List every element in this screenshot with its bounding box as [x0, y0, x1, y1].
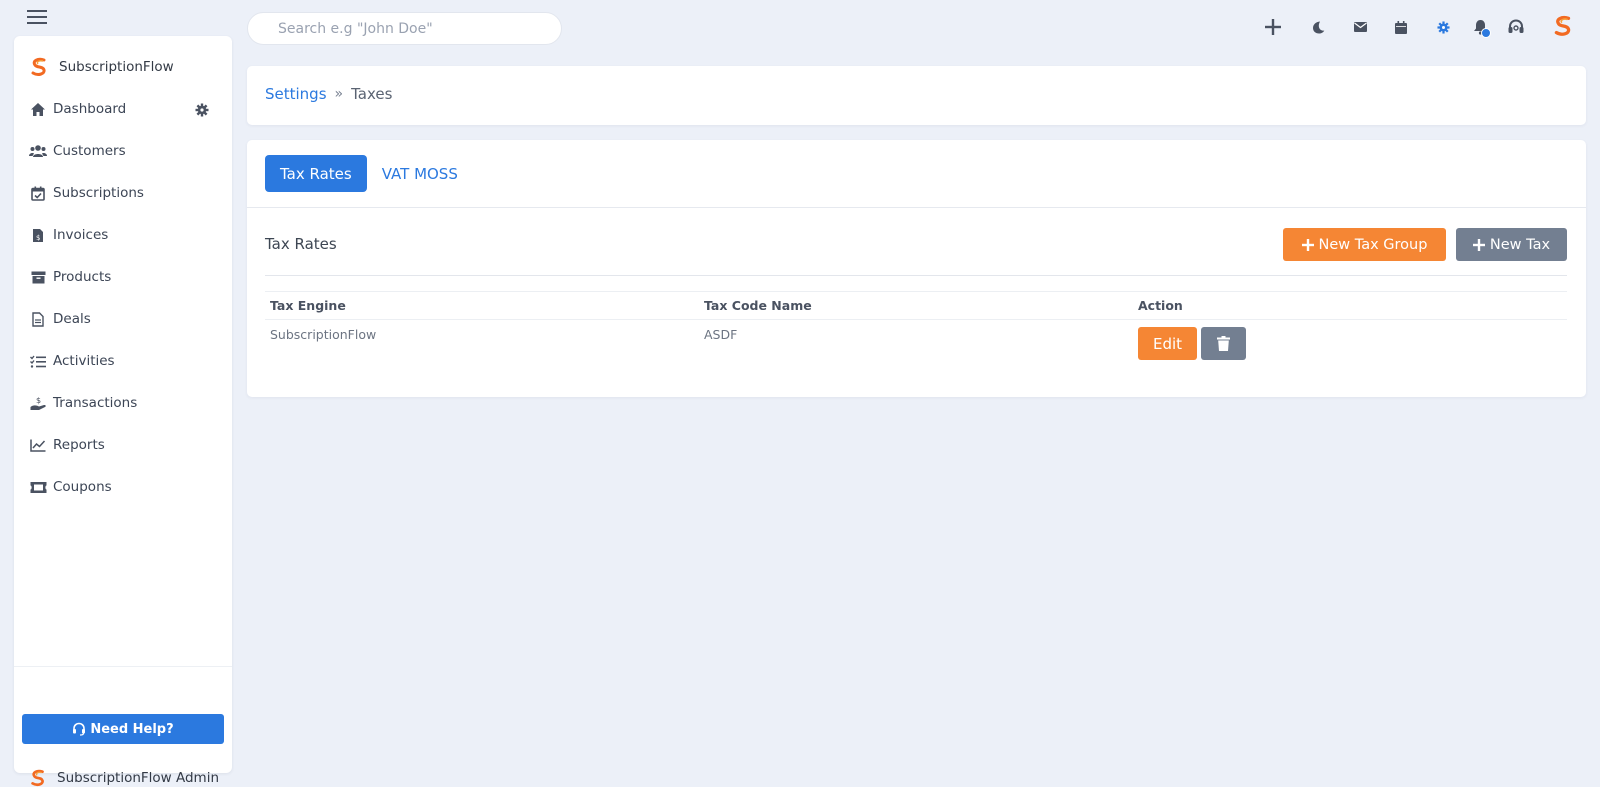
brand-logo-icon [29, 57, 49, 77]
breadcrumb: Settings » Taxes [265, 85, 392, 103]
tab-tax-rates[interactable]: Tax Rates [265, 155, 367, 192]
headset-icon [72, 722, 86, 736]
users-icon [29, 142, 47, 160]
divider [265, 275, 1567, 276]
new-tax-group-label: New Tax Group [1318, 236, 1428, 253]
calendar-icon[interactable] [1390, 16, 1412, 38]
tabs: Tax Rates VAT MOSS [265, 155, 473, 192]
sidebar-item-label: Reports [53, 437, 105, 453]
admin-name: SubscriptionFlow Admin [57, 770, 220, 786]
sidebar-nav: Dashboard Customers Subscriptions $ Invo… [14, 88, 232, 508]
svg-text:$: $ [36, 396, 41, 405]
cell-tax-code-name: ASDF [704, 327, 738, 342]
sidebar-item-label: Subscriptions [53, 185, 144, 201]
notification-badge [1481, 28, 1491, 38]
headset-icon[interactable] [1505, 16, 1527, 38]
gear-icon[interactable] [1432, 16, 1454, 38]
invoice-icon: $ [29, 226, 47, 244]
moon-icon[interactable] [1307, 16, 1329, 38]
calendar-check-icon [29, 184, 47, 202]
delete-button[interactable] [1201, 327, 1246, 360]
admin-account[interactable]: SubscriptionFlow Admin [29, 769, 219, 787]
envelope-icon[interactable] [1349, 16, 1371, 38]
plus-icon[interactable] [1262, 16, 1284, 38]
sidebar-footer: Need Help? SubscriptionFlow Admin [14, 666, 232, 787]
sidebar-item-label: Activities [53, 353, 115, 369]
sidebar: SubscriptionFlow Dashboard Customers Sub… [14, 36, 232, 787]
sidebar-item-label: Customers [53, 143, 126, 159]
sidebar-item-reports[interactable]: Reports [14, 424, 232, 466]
edit-button[interactable]: Edit [1138, 327, 1197, 360]
brand-logo-icon [29, 769, 47, 787]
sidebar-item-products[interactable]: Products [14, 256, 232, 298]
taxes-card: Tax Rates VAT MOSS Tax Rates New Tax Gro… [247, 140, 1586, 397]
tab-vat-moss[interactable]: VAT MOSS [367, 155, 473, 192]
sidebar-item-label: Dashboard [53, 101, 127, 117]
line-chart-icon [29, 436, 47, 454]
search-input[interactable] [247, 12, 562, 45]
section-title: Tax Rates [265, 235, 337, 253]
home-icon [29, 100, 47, 118]
sidebar-item-label: Deals [53, 311, 91, 327]
sidebar-item-label: Invoices [53, 227, 109, 243]
divider [247, 207, 1586, 208]
hamburger-menu-icon[interactable] [26, 9, 48, 25]
sidebar-item-label: Transactions [53, 395, 138, 411]
breadcrumb-separator: » [334, 86, 344, 102]
table-header-row: Tax Engine Tax Code Name Action [265, 291, 1567, 320]
trash-icon [1217, 336, 1230, 351]
column-header-tax-code-name: Tax Code Name [699, 291, 1133, 320]
table-row: SubscriptionFlow ASDF Edit [265, 320, 1567, 362]
sidebar-item-customers[interactable]: Customers [14, 130, 232, 172]
new-tax-label: New Tax [1489, 236, 1551, 253]
brand-logo-icon[interactable] [1551, 14, 1575, 38]
row-actions: Edit [1138, 327, 1562, 360]
breadcrumb-card: Settings » Taxes [247, 66, 1586, 125]
sidebar-item-dashboard[interactable]: Dashboard [14, 88, 232, 130]
brand-name: SubscriptionFlow [59, 59, 174, 75]
sidebar-item-label: Coupons [53, 479, 112, 495]
bell-icon[interactable] [1469, 16, 1491, 38]
tasks-list-icon [29, 352, 47, 370]
sidebar-item-activities[interactable]: Activities [14, 340, 232, 382]
cell-action: Edit [1133, 320, 1567, 362]
need-help-button[interactable]: Need Help? [22, 714, 224, 744]
column-header-action: Action [1133, 291, 1567, 320]
svg-text:$: $ [36, 234, 40, 242]
document-icon [29, 310, 47, 328]
sidebar-item-deals[interactable]: Deals [14, 298, 232, 340]
sidebar-item-invoices[interactable]: $ Invoices [14, 214, 232, 256]
ticket-icon [29, 478, 47, 496]
tax-rates-table: Tax Engine Tax Code Name Action Subscrip… [265, 291, 1567, 362]
archive-box-icon [29, 268, 47, 286]
plus-icon [1472, 238, 1485, 251]
hand-dollar-icon: $ [29, 394, 47, 412]
column-header-tax-engine: Tax Engine [265, 291, 699, 320]
sidebar-item-coupons[interactable]: Coupons [14, 466, 232, 508]
breadcrumb-current: Taxes [351, 85, 393, 103]
new-tax-button[interactable]: New Tax [1456, 228, 1567, 261]
sidebar-item-transactions[interactable]: $ Transactions [14, 382, 232, 424]
plus-icon [1301, 238, 1314, 251]
brand[interactable]: SubscriptionFlow [29, 54, 174, 80]
need-help-label: Need Help? [90, 721, 174, 737]
sidebar-item-subscriptions[interactable]: Subscriptions [14, 172, 232, 214]
sidebar-item-label: Products [53, 269, 112, 285]
new-tax-group-button[interactable]: New Tax Group [1283, 228, 1446, 261]
breadcrumb-link-settings[interactable]: Settings [265, 85, 327, 103]
dashboard-settings-gear-icon[interactable] [193, 101, 211, 119]
cell-tax-engine: SubscriptionFlow [270, 327, 377, 342]
